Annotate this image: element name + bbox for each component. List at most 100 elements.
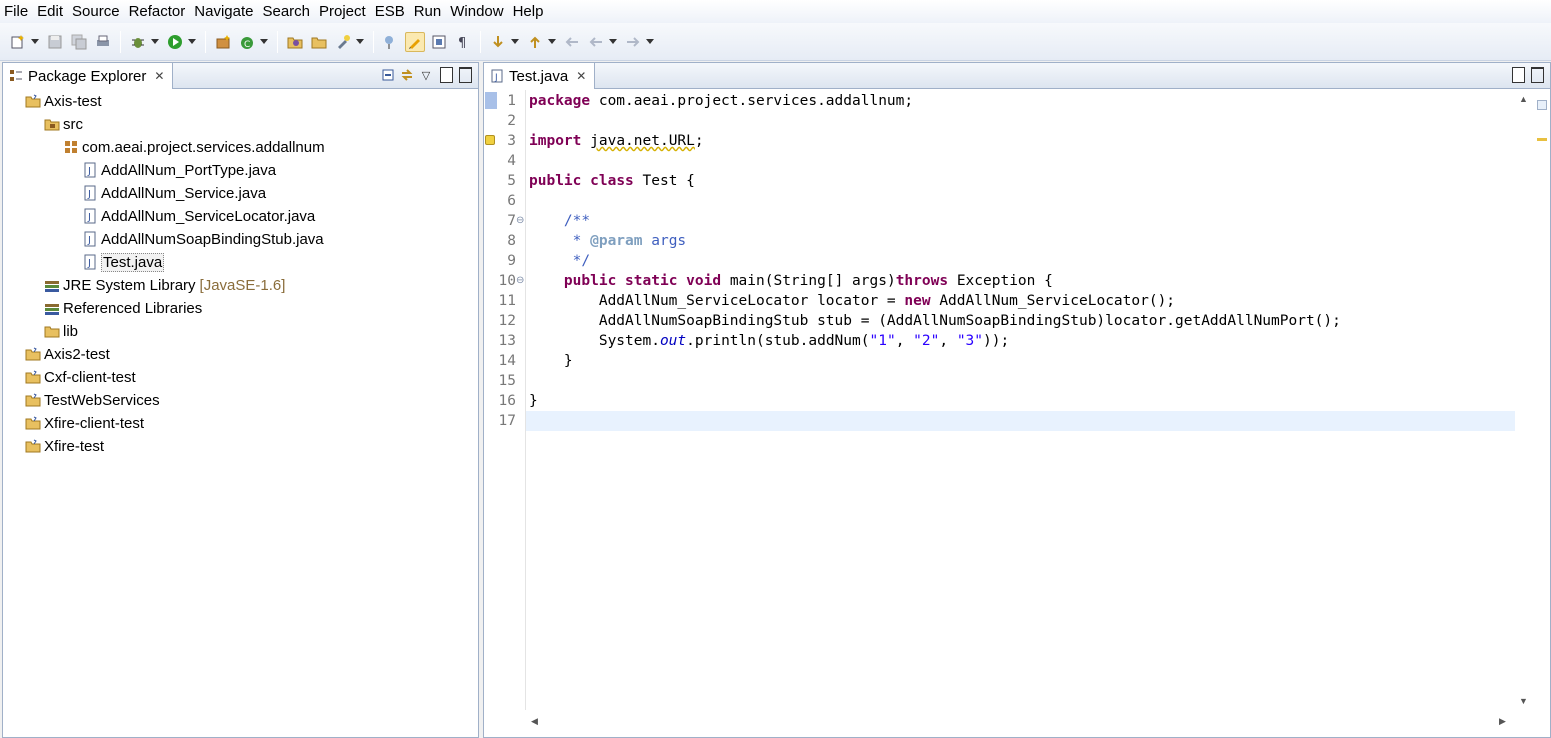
code-line[interactable]: public class Test { bbox=[526, 171, 1516, 191]
menu-refactor[interactable]: Refactor bbox=[129, 0, 193, 23]
next-annotation-icon[interactable] bbox=[488, 32, 508, 52]
run-icon[interactable] bbox=[165, 32, 185, 52]
tree-item[interactable]: Referenced Libraries bbox=[44, 297, 202, 319]
code-line[interactable]: * @param args bbox=[526, 231, 1516, 251]
collapse-all-icon[interactable] bbox=[380, 67, 396, 83]
print-icon[interactable] bbox=[93, 32, 113, 52]
block-selection-icon[interactable] bbox=[429, 32, 449, 52]
menu-file[interactable]: File bbox=[4, 0, 35, 23]
code-line[interactable]: package com.aeai.project.services.addall… bbox=[526, 91, 1516, 111]
maximize-icon[interactable] bbox=[456, 67, 472, 83]
scroll-right-icon[interactable]: ▶ bbox=[1499, 716, 1506, 727]
new-package-icon[interactable] bbox=[213, 32, 233, 52]
overview-warning-marker[interactable] bbox=[1537, 138, 1547, 141]
menu-navigate[interactable]: Navigate bbox=[194, 0, 260, 23]
new-dropdown-icon[interactable] bbox=[30, 32, 39, 52]
scroll-up-icon[interactable]: ▲ bbox=[1519, 94, 1528, 104]
vertical-scrollbar[interactable]: ▲ ▼ bbox=[1515, 90, 1533, 710]
tree-item[interactable]: J AddAllNum_Service.java bbox=[82, 182, 266, 204]
tree-item-label: Test.java bbox=[101, 252, 165, 272]
code-line[interactable]: */ bbox=[526, 251, 1516, 271]
menu-window[interactable]: Window bbox=[450, 0, 510, 23]
warning-icon[interactable] bbox=[485, 135, 495, 145]
tree-item[interactable]: TestWebServices bbox=[25, 389, 160, 411]
minimize-icon[interactable] bbox=[1509, 67, 1525, 83]
save-all-icon[interactable] bbox=[69, 32, 89, 52]
tree-item[interactable]: JRE System Library [JavaSE-1.6] bbox=[44, 274, 285, 296]
last-edit-location-icon[interactable] bbox=[562, 32, 582, 52]
new-class-icon[interactable]: C bbox=[237, 32, 257, 52]
search-flashlight-icon[interactable] bbox=[333, 32, 353, 52]
debug-dropdown-icon[interactable] bbox=[150, 32, 159, 52]
tree-item[interactable]: Cxf-client-test bbox=[25, 366, 136, 388]
menu-source[interactable]: Source bbox=[72, 0, 127, 23]
open-folder-icon[interactable] bbox=[309, 32, 329, 52]
horizontal-scrollbar[interactable]: ◀ ▶ bbox=[525, 713, 1515, 731]
tree-item[interactable]: Axis-test bbox=[25, 90, 102, 112]
overview-ruler[interactable] bbox=[1534, 90, 1550, 730]
code-line[interactable]: } bbox=[526, 351, 1516, 371]
code-line[interactable] bbox=[526, 371, 1516, 391]
code-line[interactable]: AddAllNumSoapBindingStub stub = (AddAllN… bbox=[526, 311, 1516, 331]
close-icon[interactable]: ✕ bbox=[576, 69, 586, 83]
code-line[interactable] bbox=[526, 151, 1516, 171]
close-icon[interactable]: ✕ bbox=[154, 69, 164, 83]
tree-item[interactable]: src bbox=[44, 113, 83, 135]
previous-annotation-icon[interactable] bbox=[525, 32, 545, 52]
previous-annotation-dropdown-icon[interactable] bbox=[547, 32, 556, 52]
new-wizard-icon[interactable] bbox=[8, 32, 28, 52]
editor-tab-test-java[interactable]: J Test.java ✕ bbox=[484, 63, 596, 89]
code-line[interactable]: AddAllNum_ServiceLocator locator = new A… bbox=[526, 291, 1516, 311]
tree-item-decoration: [JavaSE-1.6] bbox=[199, 276, 286, 294]
scroll-left-icon[interactable]: ◀ bbox=[531, 716, 538, 727]
link-with-editor-icon[interactable] bbox=[399, 67, 415, 83]
back-dropdown-icon[interactable] bbox=[608, 32, 617, 52]
menu-run[interactable]: Run bbox=[414, 0, 449, 23]
code-line[interactable] bbox=[526, 411, 1516, 431]
fold-toggle-icon[interactable]: ⊖ bbox=[516, 271, 524, 291]
debug-icon[interactable] bbox=[128, 32, 148, 52]
show-whitespace-icon[interactable]: ¶ bbox=[453, 32, 473, 52]
menu-edit[interactable]: Edit bbox=[37, 0, 70, 23]
code-line[interactable]: System.out.println(stub.addNum("1", "2",… bbox=[526, 331, 1516, 351]
code-line[interactable]: } bbox=[526, 391, 1516, 411]
save-icon[interactable] bbox=[45, 32, 65, 52]
code-line[interactable] bbox=[526, 191, 1516, 211]
code-line[interactable]: /** bbox=[526, 211, 1516, 231]
menu-project[interactable]: Project bbox=[319, 0, 373, 23]
search-dropdown-icon[interactable] bbox=[355, 32, 364, 52]
forward-icon[interactable] bbox=[623, 32, 643, 52]
code-line[interactable] bbox=[526, 111, 1516, 131]
toggle-mark-occurrences-icon[interactable] bbox=[405, 31, 425, 52]
package-explorer-tab[interactable]: Package Explorer ✕ bbox=[3, 63, 174, 89]
tree-item[interactable]: Xfire-test bbox=[25, 435, 104, 457]
minimize-icon[interactable] bbox=[437, 67, 453, 83]
back-icon[interactable] bbox=[586, 32, 606, 52]
run-dropdown-icon[interactable] bbox=[187, 32, 196, 52]
tree-item[interactable]: Axis2-test bbox=[25, 343, 110, 365]
tree-item[interactable]: lib bbox=[44, 320, 78, 342]
open-type-icon[interactable] bbox=[285, 32, 305, 52]
toggle-ant-mark-icon[interactable] bbox=[381, 32, 401, 52]
menu-help[interactable]: Help bbox=[513, 0, 551, 23]
code-text-area[interactable]: package com.aeai.project.services.addall… bbox=[525, 90, 1516, 710]
tree-item[interactable]: com.aeai.project.services.addallnum bbox=[63, 136, 325, 158]
maximize-icon[interactable] bbox=[1528, 67, 1544, 83]
fold-toggle-icon[interactable]: ⊖ bbox=[516, 211, 524, 231]
tree-item[interactable]: J AddAllNum_PortType.java bbox=[82, 159, 276, 181]
tree-item[interactable]: Xfire-client-test bbox=[25, 412, 144, 434]
new-class-dropdown-icon[interactable] bbox=[259, 32, 268, 52]
scroll-down-icon[interactable]: ▼ bbox=[1519, 696, 1528, 706]
tree-item[interactable]: J AddAllNumSoapBindingStub.java bbox=[82, 228, 324, 250]
line-number: 2 bbox=[507, 113, 516, 129]
code-line[interactable]: public static void main(String[] args)th… bbox=[526, 271, 1516, 291]
menu-esb[interactable]: ESB bbox=[375, 0, 412, 23]
next-annotation-dropdown-icon[interactable] bbox=[510, 32, 519, 52]
tree-item[interactable]: J Test.java bbox=[82, 251, 165, 273]
forward-dropdown-icon[interactable] bbox=[645, 32, 654, 52]
menu-search[interactable]: Search bbox=[262, 0, 317, 23]
tree-item[interactable]: J AddAllNum_ServiceLocator.java bbox=[82, 205, 315, 227]
view-menu-icon[interactable]: ▽ bbox=[418, 67, 434, 83]
package-icon bbox=[63, 139, 79, 155]
code-line[interactable]: import java.net.URL; bbox=[526, 131, 1516, 151]
